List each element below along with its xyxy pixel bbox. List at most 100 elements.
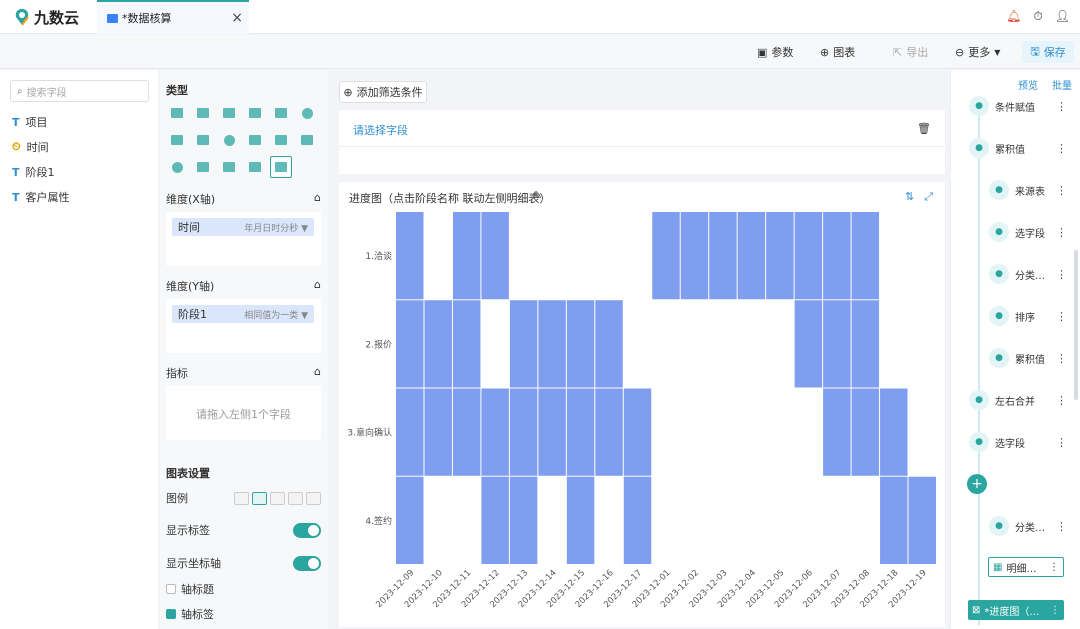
map-chart-icon[interactable]: [192, 129, 214, 151]
heatmap-cell[interactable]: [452, 300, 481, 388]
clear-icon[interactable]: ⌂: [314, 365, 321, 381]
legend-top-icon[interactable]: [288, 491, 303, 505]
heatmap-cell[interactable]: [794, 212, 823, 300]
params-button[interactable]: ▣ 参数: [757, 44, 793, 60]
y-tick-label[interactable]: 2.报价: [365, 338, 392, 350]
flow-node[interactable]: ● 排序 ⋮: [989, 304, 1067, 328]
timer-icon[interactable]: ⏱︎: [1033, 9, 1042, 24]
trash-icon[interactable]: 🗑︎: [917, 122, 931, 135]
legend-bottom-icon[interactable]: [306, 491, 321, 505]
heatmap-cell[interactable]: [595, 388, 623, 476]
heatmap-cell[interactable]: [424, 300, 452, 388]
bar-chart-icon[interactable]: [218, 102, 240, 124]
heatmap-cell[interactable]: [851, 300, 880, 388]
sort-icon[interactable]: ⇅: [905, 190, 914, 204]
kpi-chart-icon[interactable]: [218, 156, 240, 178]
more-vertical-icon[interactable]: ⋮: [1056, 142, 1067, 155]
heatmap-cell[interactable]: [680, 212, 709, 300]
y-tick-label[interactable]: 1.洽谈: [365, 250, 392, 262]
heatmap-cell[interactable]: [851, 388, 880, 476]
axis-label-row[interactable]: 轴标签: [166, 606, 321, 622]
funnel-chart-icon[interactable]: [192, 156, 214, 178]
more-vertical-icon[interactable]: ⋮: [1056, 184, 1067, 197]
search-input[interactable]: ⌕ 搜索字段: [10, 80, 149, 102]
combo-chart-icon[interactable]: [244, 129, 266, 151]
heatmap-cell[interactable]: [908, 476, 936, 564]
show-labels-toggle[interactable]: [293, 522, 321, 538]
heatmap-cell[interactable]: [709, 212, 737, 300]
heatmap-cell[interactable]: [794, 300, 823, 388]
heatmap-cell[interactable]: [851, 212, 880, 300]
y-tick-label[interactable]: 3.意向确认: [347, 427, 392, 439]
treemap-chart-icon[interactable]: [296, 129, 318, 151]
chart-button[interactable]: ⊕ 图表: [820, 44, 855, 60]
add-filter-button[interactable]: ⊕ 添加筛选条件: [339, 81, 427, 103]
heatmap-cell[interactable]: [823, 388, 851, 476]
heatmap-cell[interactable]: [424, 388, 452, 476]
dim-y-dropzone[interactable]: 阶段1 相同值为一类 ▼: [166, 299, 321, 353]
field-item-time[interactable]: ⏲ 时间: [12, 139, 49, 155]
heatmap-cell[interactable]: [623, 388, 652, 476]
dim-x-dropzone[interactable]: 时间 年月日时分秒 ▼: [166, 212, 321, 266]
heatmap-cell[interactable]: [538, 300, 566, 388]
user-icon[interactable]: 👤︎: [1055, 9, 1070, 24]
heatmap-cell[interactable]: [766, 212, 794, 300]
flow-node[interactable]: ● 选字段 ⋮: [989, 220, 1067, 244]
heatmap-cell[interactable]: [566, 388, 595, 476]
heatmap-cell[interactable]: [737, 212, 766, 300]
edit-icon[interactable]: ✎: [533, 189, 542, 202]
heatmap-cell[interactable]: [880, 476, 908, 564]
line-chart-icon[interactable]: [270, 102, 292, 124]
wordcloud-chart-icon[interactable]: [244, 156, 266, 178]
flow-node-detail[interactable]: ▦ 明细… ⋮: [988, 557, 1064, 577]
legend-right-icon[interactable]: [252, 491, 267, 505]
flow-node[interactable]: ● 来源表 ⋮: [989, 178, 1067, 202]
heatmap-cell[interactable]: [481, 388, 509, 476]
flow-node[interactable]: ● 分类… ⋮: [989, 262, 1067, 286]
expand-icon[interactable]: ⤢: [924, 190, 933, 204]
flow-node[interactable]: ● 累积值 ⋮: [989, 346, 1067, 370]
more-vertical-icon[interactable]: ⋮: [1056, 394, 1067, 407]
app-logo[interactable]: 九数云: [14, 7, 79, 27]
export-button[interactable]: ⇱ 导出: [893, 44, 928, 60]
flow-node[interactable]: ● 左右合并 ⋮: [969, 388, 1067, 412]
close-icon[interactable]: ×: [231, 10, 243, 26]
table-chart-icon[interactable]: [166, 102, 188, 124]
preview-link[interactable]: 预览: [1018, 77, 1038, 92]
flow-node[interactable]: ● 选字段 ⋮: [969, 430, 1067, 454]
heatmap-cell[interactable]: [481, 476, 509, 564]
heatmap-cell[interactable]: [880, 388, 908, 476]
y-tick-label[interactable]: 4.签约: [365, 515, 392, 527]
legend-left-icon[interactable]: [270, 491, 285, 505]
axis-title-checkbox[interactable]: [166, 584, 176, 594]
scatter-chart-icon[interactable]: [270, 129, 292, 151]
flow-node[interactable]: ● 分类… ⋮: [989, 514, 1067, 538]
heatmap-cell[interactable]: [509, 300, 538, 388]
heatmap-cell[interactable]: [595, 300, 623, 388]
pie-chart-icon[interactable]: [296, 102, 318, 124]
axis-title-row[interactable]: 轴标题: [166, 581, 321, 597]
heatmap-cell[interactable]: [823, 300, 851, 388]
more-vertical-icon[interactable]: ⋮: [1056, 268, 1067, 281]
legend-none-icon[interactable]: [234, 491, 249, 505]
clear-icon[interactable]: ⌂: [314, 191, 321, 207]
more-vertical-icon[interactable]: ⋮: [1056, 100, 1067, 113]
heatmap-cell[interactable]: [396, 388, 424, 476]
field-item-customer-attr[interactable]: T 客户属性: [12, 189, 70, 205]
heatmap-cell[interactable]: [396, 300, 424, 388]
more-vertical-icon[interactable]: ⋮: [1056, 436, 1067, 449]
save-button[interactable]: 🖫︎ 保存: [1022, 41, 1074, 63]
heatmap-cell[interactable]: [652, 212, 680, 300]
heatmap-cell[interactable]: [509, 388, 538, 476]
more-vertical-icon[interactable]: ⋮: [1056, 520, 1067, 533]
heatmap-cell[interactable]: [566, 476, 595, 564]
bell-icon[interactable]: 🔔︎: [1006, 9, 1021, 24]
axis-label-checkbox[interactable]: [166, 609, 176, 619]
more-vertical-icon[interactable]: ⋮: [1056, 310, 1067, 323]
heatmap-cell[interactable]: [481, 212, 509, 300]
heatmap-cell[interactable]: [538, 388, 566, 476]
more-vertical-icon[interactable]: ⋮: [1050, 605, 1060, 616]
more-vertical-icon[interactable]: ⋮: [1056, 352, 1067, 365]
more-button[interactable]: ⊖ 更多 ▼: [955, 44, 1000, 60]
add-step-button[interactable]: +: [967, 474, 987, 494]
